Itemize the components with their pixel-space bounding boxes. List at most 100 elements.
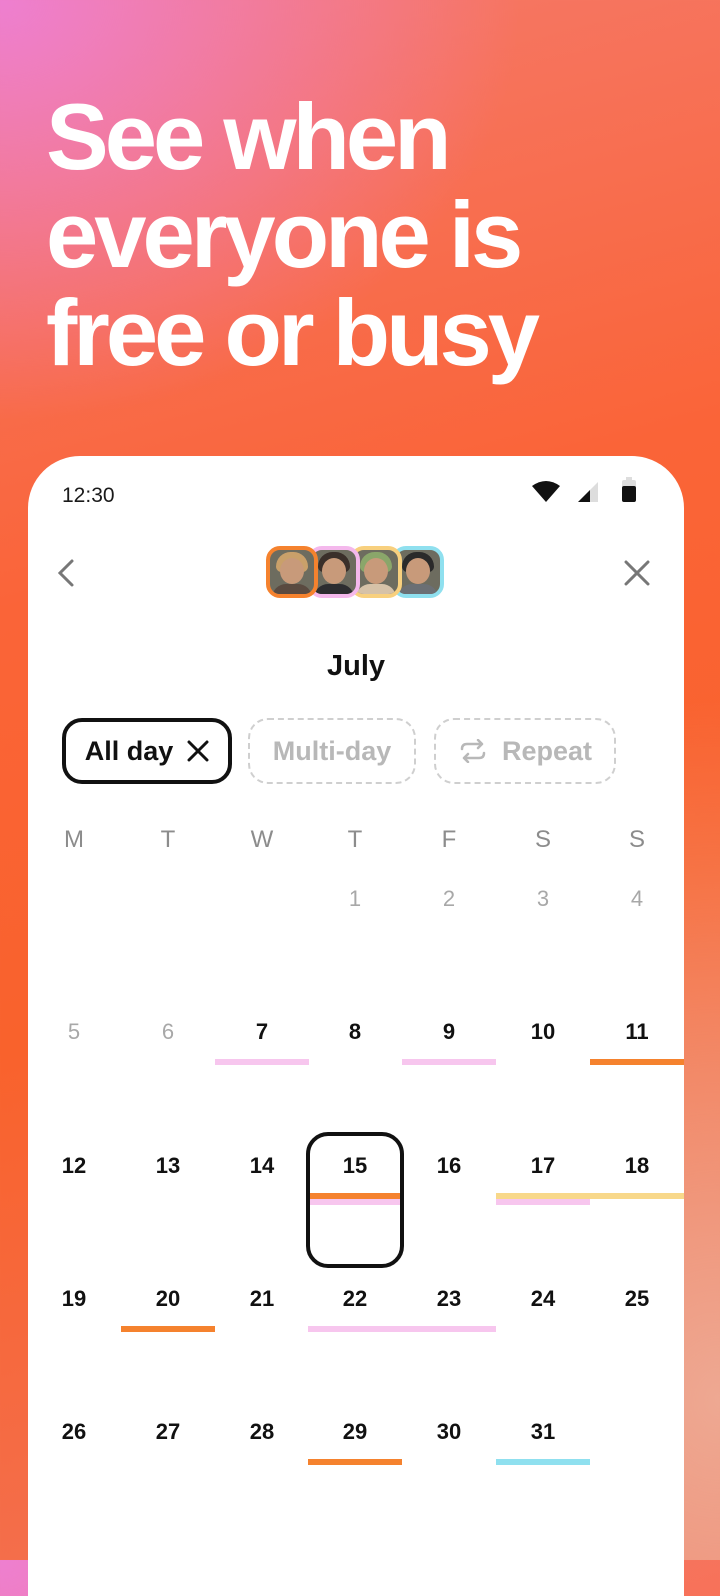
day-cell-10[interactable]: 10 [496, 1019, 590, 1059]
day-number: 26 [61, 1419, 87, 1444]
day-number: 13 [155, 1153, 181, 1178]
day-cell-23[interactable]: 23 [402, 1286, 496, 1332]
month-title: July [326, 650, 386, 682]
day-cell-3[interactable]: 3 [496, 886, 590, 926]
day-cell-28[interactable]: 28 [215, 1419, 309, 1459]
day-cell-18[interactable]: 18 [590, 1153, 684, 1199]
day-number: 18 [624, 1153, 650, 1178]
day-number: 20 [155, 1286, 181, 1311]
day-number: 2 [442, 886, 456, 911]
day-cell-12[interactable]: 12 [28, 1153, 121, 1193]
day-number: 16 [436, 1153, 462, 1178]
day-number: 22 [342, 1286, 368, 1311]
day-number: 4 [630, 886, 644, 911]
phone-screen: 12:30 July All day Multi-day Repeat M T … [28, 456, 684, 1596]
busy-bar-orange [121, 1326, 215, 1332]
day-number: 5 [67, 1019, 81, 1044]
busy-bar-pink [496, 1199, 590, 1205]
day-cell-24[interactable]: 24 [496, 1286, 590, 1326]
status-icons [532, 477, 636, 502]
signal-icon [578, 482, 598, 502]
day-cell-2[interactable]: 2 [402, 886, 496, 926]
day-number: 17 [530, 1153, 556, 1178]
close-icon[interactable] [624, 560, 650, 586]
battery-icon [622, 477, 636, 502]
chip-repeat-label: Repeat [501, 735, 593, 766]
weekday-label: S [628, 826, 645, 853]
chip-multi-day-label: Multi-day [272, 735, 392, 766]
selected-day-outline [306, 1132, 404, 1268]
day-cell-8[interactable]: 8 [308, 1019, 402, 1059]
busy-bar-orange [590, 1059, 684, 1065]
day-number: 12 [61, 1153, 87, 1178]
day-cell-6[interactable]: 6 [121, 1019, 215, 1059]
day-cell-7[interactable]: 7 [215, 1019, 309, 1065]
busy-bar-pink [402, 1326, 496, 1332]
headline-line-3: free or busy [46, 280, 540, 385]
day-cell-17[interactable]: 17 [496, 1153, 590, 1205]
chevron-left-icon[interactable] [54, 556, 80, 590]
day-cell-20[interactable]: 20 [121, 1286, 215, 1332]
day-number: 31 [530, 1419, 556, 1444]
day-cell-21[interactable]: 21 [215, 1286, 309, 1326]
avatar-group[interactable] [266, 546, 456, 598]
day-cell-25[interactable]: 25 [590, 1286, 684, 1326]
headline-line-1: See when [46, 84, 452, 189]
day-cell-29[interactable]: 29 [308, 1419, 402, 1465]
close-icon[interactable] [187, 740, 209, 762]
chip-multi-day[interactable]: Multi-day [248, 718, 416, 784]
day-cell-16[interactable]: 16 [402, 1153, 496, 1193]
day-number: 28 [249, 1419, 275, 1444]
day-cell-5[interactable]: 5 [28, 1019, 121, 1059]
day-cell-9[interactable]: 9 [402, 1019, 496, 1065]
day-cell-31[interactable]: 31 [496, 1419, 590, 1465]
chip-all-day-label: All day [84, 735, 174, 766]
busy-bar-yellow [590, 1193, 684, 1199]
day-number: 30 [436, 1419, 462, 1444]
day-cell-19[interactable]: 19 [28, 1286, 121, 1326]
busy-bar-pink [215, 1059, 309, 1065]
wifi-icon [532, 481, 560, 502]
day-cell-13[interactable]: 13 [121, 1153, 215, 1193]
day-number: 21 [249, 1286, 275, 1311]
weekday-label: T [160, 826, 176, 853]
day-number: 27 [155, 1419, 181, 1444]
day-number: 19 [61, 1286, 87, 1311]
day-number: 3 [536, 886, 550, 911]
weekday-label: W [250, 826, 274, 853]
day-cell-14[interactable]: 14 [215, 1153, 309, 1193]
day-number: 14 [249, 1153, 275, 1178]
headline: See when everyone is free or busy [46, 84, 540, 385]
busy-bar-blue [496, 1459, 590, 1465]
day-cell-22[interactable]: 22 [308, 1286, 402, 1332]
busy-bar-pink [308, 1326, 402, 1332]
day-number: 1 [348, 886, 362, 911]
day-cell-27[interactable]: 27 [121, 1419, 215, 1459]
weekday-header: MTWTFSS [28, 826, 684, 856]
repeat-icon [460, 739, 486, 763]
day-number: 9 [442, 1019, 456, 1044]
day-cell-30[interactable]: 30 [402, 1419, 496, 1459]
weekday-label: F [441, 826, 457, 853]
status-time: 12:30 [62, 484, 115, 507]
day-cell-26[interactable]: 26 [28, 1419, 121, 1459]
day-number: 25 [624, 1286, 650, 1311]
chip-repeat[interactable]: Repeat [434, 718, 616, 784]
day-number: 24 [530, 1286, 556, 1311]
chip-all-day[interactable]: All day [62, 718, 232, 784]
weekday-label: S [534, 826, 551, 853]
weekday-label: T [347, 826, 363, 853]
day-cell-4[interactable]: 4 [590, 886, 684, 926]
day-cell-11[interactable]: 11 [590, 1019, 684, 1065]
day-cell-1[interactable]: 1 [308, 886, 402, 926]
day-number: 7 [255, 1019, 269, 1044]
weekday-label: M [64, 826, 84, 853]
headline-line-2: everyone is [46, 182, 523, 287]
day-number: 6 [161, 1019, 175, 1044]
day-number: 11 [625, 1019, 649, 1044]
day-number: 23 [436, 1286, 462, 1311]
day-number: 8 [348, 1019, 362, 1044]
busy-bar-orange [308, 1459, 402, 1465]
avatar-1[interactable] [266, 546, 318, 598]
filter-chips: All day Multi-day Repeat [62, 718, 662, 788]
